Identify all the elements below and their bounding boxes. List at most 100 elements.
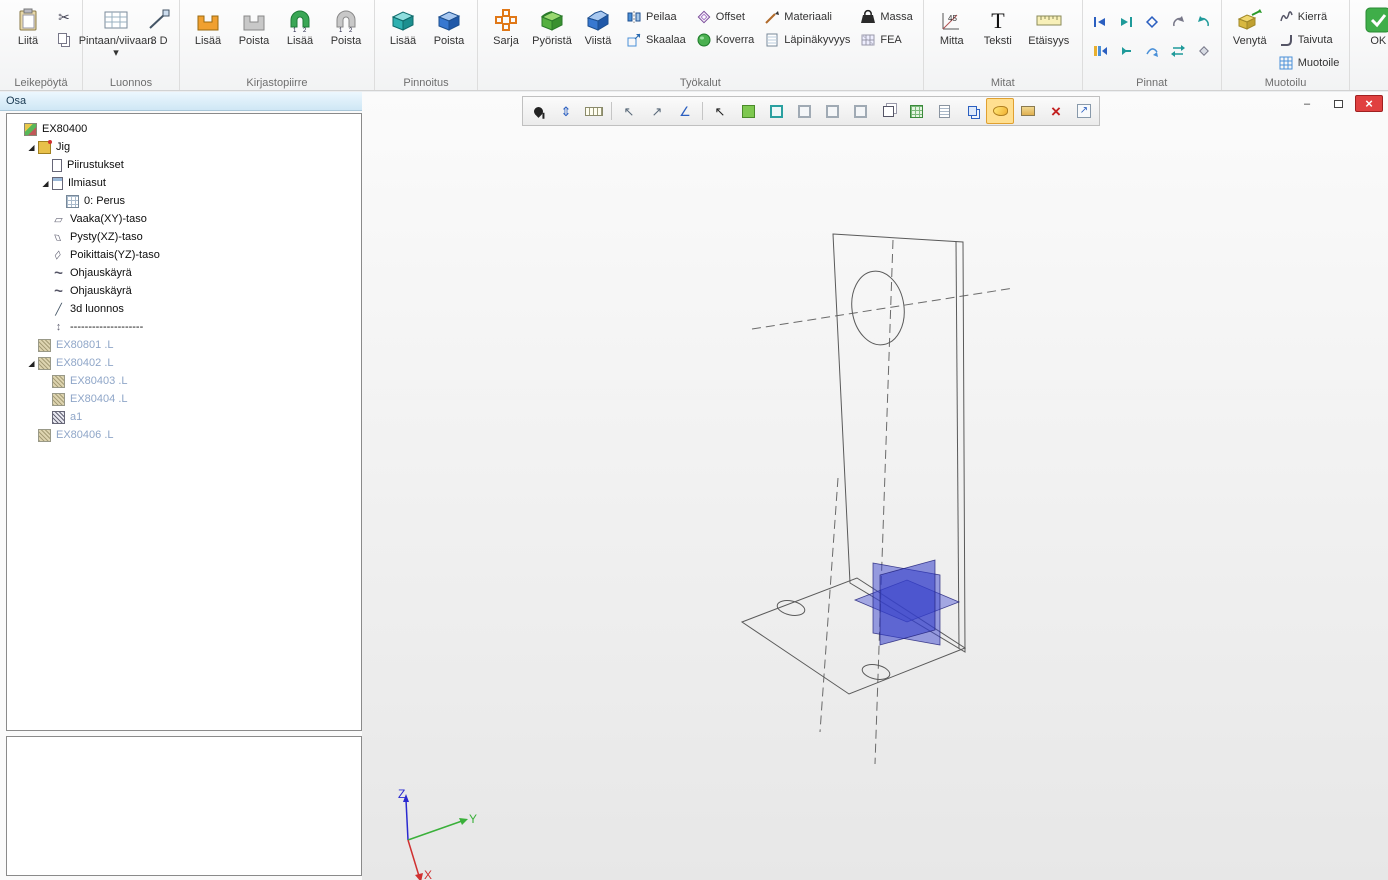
snap-point-icon[interactable]: ↖ — [615, 98, 643, 124]
tree-item[interactable]: EX80406 .L — [7, 426, 361, 444]
library-arch-remove-button[interactable]: 12 Poista — [323, 3, 369, 69]
ribbon-group-pinnat: Pinnat — [1083, 0, 1222, 90]
tree-item[interactable]: ◢ EX80402 .L — [7, 354, 361, 372]
tree-item[interactable]: Ohjauskäyrä — [7, 264, 361, 282]
tree-item[interactable]: 0: Perus — [7, 192, 361, 210]
library-feature-remove-button[interactable]: Poista — [231, 3, 277, 69]
tree-item-icon — [52, 303, 65, 316]
twist-button[interactable]: Kierrä — [1275, 8, 1343, 26]
concave-button[interactable]: Koverra — [693, 31, 758, 49]
paste-button[interactable]: Liitä — [5, 3, 51, 69]
pattern-button[interactable]: Sarja — [483, 3, 529, 69]
text-button[interactable]: T Teksti — [975, 3, 1021, 69]
select-cursor-icon[interactable]: ↖ — [706, 98, 734, 124]
face-outline-icon[interactable] — [790, 98, 818, 124]
tree-item[interactable]: 3d luonnos — [7, 300, 361, 318]
tree-item[interactable]: Ohjauskäyrä — [7, 282, 361, 300]
face-outline-3-icon[interactable] — [846, 98, 874, 124]
face-select-icon[interactable] — [734, 98, 762, 124]
tree-item[interactable]: -------------------- — [7, 318, 361, 336]
cut-button[interactable]: ✂ — [53, 8, 75, 26]
snap-angle-icon[interactable]: ∠ — [671, 98, 699, 124]
material-button[interactable]: Materiaali — [761, 8, 853, 26]
tree-item-icon — [52, 321, 65, 334]
print-icon[interactable] — [1014, 98, 1042, 124]
tree-item[interactable]: EX80403 .L — [7, 372, 361, 390]
curved-arrow-right-icon[interactable] — [1192, 8, 1216, 35]
expander-icon[interactable]: ◢ — [25, 143, 38, 152]
ok-button[interactable]: OK — [1355, 3, 1388, 69]
tree-item[interactable]: a1 — [7, 408, 361, 426]
offset-diamond-icon[interactable] — [1140, 8, 1164, 35]
detail-panel — [6, 736, 362, 876]
pin-icon[interactable] — [524, 98, 552, 124]
axis-y-label: Y — [469, 812, 477, 826]
coating-remove-button[interactable]: Poista — [426, 3, 472, 69]
sheet-icon[interactable] — [930, 98, 958, 124]
expander-icon[interactable]: ◢ — [39, 179, 52, 188]
arrow-into-line-icon[interactable] — [1088, 8, 1112, 35]
transparency-button[interactable]: Läpinäkyvyys — [761, 31, 853, 49]
copy-button[interactable] — [53, 31, 75, 49]
fillet-icon — [538, 6, 566, 34]
tree-item[interactable]: EX80400 — [7, 120, 361, 138]
dimension-button[interactable]: 45 Mitta — [929, 3, 975, 69]
curved-arrow-left-icon[interactable] — [1166, 8, 1190, 35]
library-arch-add-button[interactable]: 12 Lisää — [277, 3, 323, 69]
scale-button[interactable]: Skaalaa — [623, 31, 689, 49]
export-icon[interactable]: ↗ — [1070, 98, 1098, 124]
maximize-button[interactable] — [1324, 95, 1352, 112]
library-feature-add-button[interactable]: Lisää — [185, 3, 231, 69]
arrow-left-icon[interactable] — [1114, 37, 1138, 64]
edge-select-icon[interactable] — [762, 98, 790, 124]
offset-button[interactable]: Offset — [693, 8, 758, 26]
tree-item-icon — [52, 177, 63, 190]
ruler-icon[interactable] — [580, 98, 608, 124]
stacked-bars-arrow-icon[interactable] — [1088, 37, 1112, 64]
curved-arrow-up-icon[interactable] — [1140, 37, 1164, 64]
swap-arrows-icon[interactable] — [1166, 37, 1190, 64]
panel-title: Osa — [0, 92, 362, 111]
minimize-button[interactable]: – — [1293, 95, 1321, 112]
tree-item[interactable]: EX80801 .L — [7, 336, 361, 354]
face-outline-2-icon[interactable] — [818, 98, 846, 124]
copy-surface-icon[interactable] — [958, 98, 986, 124]
chamfer-button[interactable]: Viistä — [575, 3, 621, 69]
tree-item[interactable]: ◢ Jig — [7, 138, 361, 156]
arrow-out-line-icon[interactable] — [1114, 8, 1138, 35]
surface-mode-icon[interactable] — [986, 98, 1014, 124]
ribbon-group-tyokalut: Sarja Pyöristä Viistä Peilaa — [478, 0, 924, 90]
expander-icon[interactable]: ◢ — [25, 359, 38, 368]
sketch-3d-button[interactable]: 3 D — [144, 3, 174, 69]
mass-button[interactable]: Massa — [857, 8, 915, 26]
tree-item[interactable]: Poikittais(YZ)-taso — [7, 246, 361, 264]
axis-x-label: X — [424, 868, 432, 880]
toolbar-icon — [910, 105, 923, 118]
measure-height-icon[interactable]: ⇕ — [552, 98, 580, 124]
solid-box-icon[interactable] — [874, 98, 902, 124]
to-surface-line-button[interactable]: Pintaan/viivaan ▾ — [88, 3, 144, 69]
tree-item[interactable]: EX80404 .L — [7, 390, 361, 408]
bend-button[interactable]: Taivuta — [1275, 31, 1343, 49]
snap-line-icon[interactable]: ↗ — [643, 98, 671, 124]
tree-item[interactable]: ◢ Ilmiasut — [7, 174, 361, 192]
ribbon: Liitä ✂ Leikepöytä Pintaan/viivaan ▾ — [0, 0, 1388, 91]
tree-item-icon — [52, 285, 65, 298]
3d-viewport[interactable]: Z Y X ⇕ ↖ ↗ ∠ ↖ — [362, 92, 1388, 880]
close-button[interactable]: × — [1355, 95, 1383, 112]
tree-item[interactable]: Vaaka(XY)-taso — [7, 210, 361, 228]
stretch-button[interactable]: Venytä — [1227, 3, 1273, 69]
delete-icon[interactable]: × — [1042, 98, 1070, 124]
tree-item[interactable]: Pysty(XZ)-taso — [7, 228, 361, 246]
fea-button[interactable]: FEA — [857, 31, 915, 49]
tree-item[interactable]: Piirustukset — [7, 156, 361, 174]
distance-button[interactable]: Etäisyys — [1021, 3, 1077, 69]
mesh-box-icon[interactable] — [902, 98, 930, 124]
diamond-icon[interactable] — [1192, 37, 1216, 64]
fillet-button[interactable]: Pyöristä — [529, 3, 575, 69]
deform-button[interactable]: Muotoile — [1275, 54, 1343, 72]
coating-add-button[interactable]: Lisää — [380, 3, 426, 69]
toolbar-icon — [798, 105, 811, 118]
tree-item-icon — [52, 213, 65, 226]
mirror-button[interactable]: Peilaa — [623, 8, 689, 26]
